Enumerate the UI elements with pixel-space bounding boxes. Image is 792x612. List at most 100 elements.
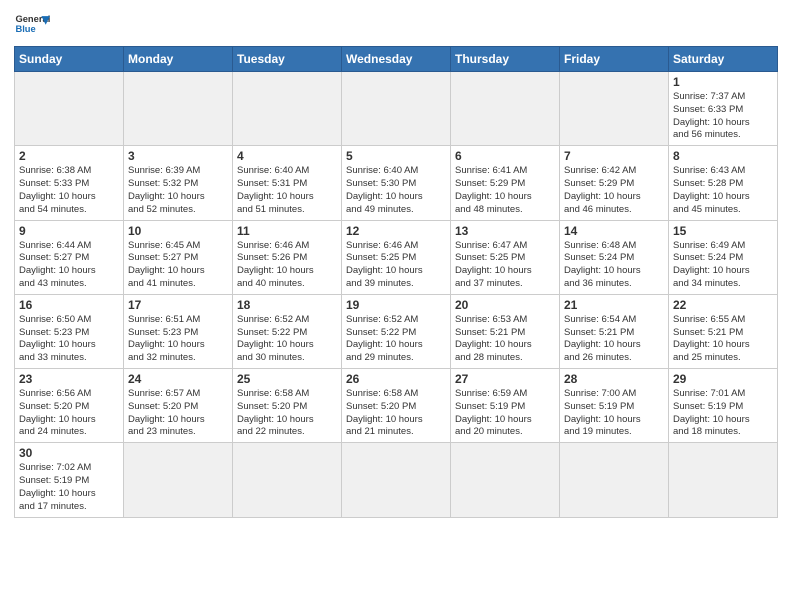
- calendar-cell: 28 Sunrise: 7:00 AM Sunset: 5:19 PM Dayli…: [560, 369, 669, 443]
- day-number: 13: [455, 224, 555, 238]
- calendar-cell: 19 Sunrise: 6:52 AM Sunset: 5:22 PM Dayli…: [342, 294, 451, 368]
- weekday-header-monday: Monday: [124, 47, 233, 72]
- day-number: 27: [455, 372, 555, 386]
- day-info: Sunrise: 7:01 AM Sunset: 5:19 PM Dayligh…: [673, 388, 773, 439]
- day-number: 18: [237, 298, 337, 312]
- calendar-cell: 18 Sunrise: 6:52 AM Sunset: 5:22 PM Dayli…: [233, 294, 342, 368]
- day-number: 1: [673, 75, 773, 89]
- calendar-cell: [560, 72, 669, 146]
- weekday-header-friday: Friday: [560, 47, 669, 72]
- day-number: 15: [673, 224, 773, 238]
- day-number: 19: [346, 298, 446, 312]
- calendar-cell: 10Sunrise: 6:45 AM Sunset: 5:27 PM Dayli…: [124, 220, 233, 294]
- day-number: 26: [346, 372, 446, 386]
- day-info: Sunrise: 6:46 AM Sunset: 5:25 PM Dayligh…: [346, 240, 446, 291]
- day-info: Sunrise: 7:37 AM Sunset: 6:33 PM Dayligh…: [673, 91, 773, 142]
- day-number: 9: [19, 224, 119, 238]
- weekday-header-thursday: Thursday: [451, 47, 560, 72]
- calendar-cell: 21 Sunrise: 6:54 AM Sunset: 5:21 PM Dayli…: [560, 294, 669, 368]
- calendar-cell: 9 Sunrise: 6:44 AM Sunset: 5:27 PM Daylig…: [15, 220, 124, 294]
- day-info: Sunrise: 6:41 AM Sunset: 5:29 PM Dayligh…: [455, 165, 555, 216]
- calendar-cell: 17 Sunrise: 6:51 AM Sunset: 5:23 PM Dayli…: [124, 294, 233, 368]
- calendar-cell: 12 Sunrise: 6:46 AM Sunset: 5:25 PM Dayli…: [342, 220, 451, 294]
- day-info: Sunrise: 6:47 AM Sunset: 5:25 PM Dayligh…: [455, 240, 555, 291]
- day-number: 11: [237, 224, 337, 238]
- calendar-week-5: 30 Sunrise: 7:02 AM Sunset: 5:19 PM Dayli…: [15, 443, 778, 517]
- calendar-week-3: 16Sunrise: 6:50 AM Sunset: 5:23 PM Dayli…: [15, 294, 778, 368]
- calendar-cell: 6 Sunrise: 6:41 AM Sunset: 5:29 PM Daylig…: [451, 146, 560, 220]
- calendar-cell: 27 Sunrise: 6:59 AM Sunset: 5:19 PM Dayli…: [451, 369, 560, 443]
- day-info: Sunrise: 6:54 AM Sunset: 5:21 PM Dayligh…: [564, 314, 664, 365]
- calendar-cell: 26Sunrise: 6:58 AM Sunset: 5:20 PM Dayli…: [342, 369, 451, 443]
- weekday-header-sunday: Sunday: [15, 47, 124, 72]
- calendar-cell: [342, 443, 451, 517]
- day-number: 12: [346, 224, 446, 238]
- calendar-cell: [233, 443, 342, 517]
- day-number: 6: [455, 149, 555, 163]
- day-number: 17: [128, 298, 228, 312]
- calendar-cell: [342, 72, 451, 146]
- calendar-cell: 25 Sunrise: 6:58 AM Sunset: 5:20 PM Dayli…: [233, 369, 342, 443]
- day-number: 10: [128, 224, 228, 238]
- day-info: Sunrise: 6:40 AM Sunset: 5:30 PM Dayligh…: [346, 165, 446, 216]
- calendar-cell: 14Sunrise: 6:48 AM Sunset: 5:24 PM Dayli…: [560, 220, 669, 294]
- calendar-cell: 16Sunrise: 6:50 AM Sunset: 5:23 PM Dayli…: [15, 294, 124, 368]
- day-number: 21: [564, 298, 664, 312]
- day-number: 5: [346, 149, 446, 163]
- calendar-week-4: 23Sunrise: 6:56 AM Sunset: 5:20 PM Dayli…: [15, 369, 778, 443]
- day-number: 25: [237, 372, 337, 386]
- day-info: Sunrise: 6:46 AM Sunset: 5:26 PM Dayligh…: [237, 240, 337, 291]
- calendar-cell: [451, 72, 560, 146]
- calendar-cell: 30 Sunrise: 7:02 AM Sunset: 5:19 PM Dayli…: [15, 443, 124, 517]
- day-info: Sunrise: 6:51 AM Sunset: 5:23 PM Dayligh…: [128, 314, 228, 365]
- calendar-cell: 15Sunrise: 6:49 AM Sunset: 5:24 PM Dayli…: [669, 220, 778, 294]
- calendar-week-2: 9 Sunrise: 6:44 AM Sunset: 5:27 PM Daylig…: [15, 220, 778, 294]
- calendar-cell: 7Sunrise: 6:42 AM Sunset: 5:29 PM Daylig…: [560, 146, 669, 220]
- day-info: Sunrise: 6:50 AM Sunset: 5:23 PM Dayligh…: [19, 314, 119, 365]
- day-number: 4: [237, 149, 337, 163]
- day-info: Sunrise: 6:44 AM Sunset: 5:27 PM Dayligh…: [19, 240, 119, 291]
- calendar-cell: 22 Sunrise: 6:55 AM Sunset: 5:21 PM Dayli…: [669, 294, 778, 368]
- calendar-cell: 4 Sunrise: 6:40 AM Sunset: 5:31 PM Daylig…: [233, 146, 342, 220]
- day-number: 3: [128, 149, 228, 163]
- day-info: Sunrise: 6:52 AM Sunset: 5:22 PM Dayligh…: [237, 314, 337, 365]
- day-info: Sunrise: 6:59 AM Sunset: 5:19 PM Dayligh…: [455, 388, 555, 439]
- calendar-cell: 8Sunrise: 6:43 AM Sunset: 5:28 PM Daylig…: [669, 146, 778, 220]
- day-number: 2: [19, 149, 119, 163]
- svg-text:Blue: Blue: [15, 24, 35, 34]
- day-info: Sunrise: 6:40 AM Sunset: 5:31 PM Dayligh…: [237, 165, 337, 216]
- calendar-cell: [451, 443, 560, 517]
- calendar-cell: [669, 443, 778, 517]
- calendar-cell: 29 Sunrise: 7:01 AM Sunset: 5:19 PM Dayli…: [669, 369, 778, 443]
- calendar-cell: 20Sunrise: 6:53 AM Sunset: 5:21 PM Dayli…: [451, 294, 560, 368]
- calendar-cell: 13 Sunrise: 6:47 AM Sunset: 5:25 PM Dayli…: [451, 220, 560, 294]
- day-number: 28: [564, 372, 664, 386]
- weekday-header-wednesday: Wednesday: [342, 47, 451, 72]
- day-number: 30: [19, 446, 119, 460]
- calendar-cell: [15, 72, 124, 146]
- day-info: Sunrise: 6:39 AM Sunset: 5:32 PM Dayligh…: [128, 165, 228, 216]
- day-info: Sunrise: 6:52 AM Sunset: 5:22 PM Dayligh…: [346, 314, 446, 365]
- day-number: 14: [564, 224, 664, 238]
- calendar-week-1: 2Sunrise: 6:38 AM Sunset: 5:33 PM Daylig…: [15, 146, 778, 220]
- calendar-cell: [124, 72, 233, 146]
- calendar-cell: 11 Sunrise: 6:46 AM Sunset: 5:26 PM Dayli…: [233, 220, 342, 294]
- weekday-header-tuesday: Tuesday: [233, 47, 342, 72]
- day-number: 23: [19, 372, 119, 386]
- calendar-cell: [560, 443, 669, 517]
- weekday-header-row: SundayMondayTuesdayWednesdayThursdayFrid…: [15, 47, 778, 72]
- day-info: Sunrise: 6:42 AM Sunset: 5:29 PM Dayligh…: [564, 165, 664, 216]
- generalblue-logo-icon: General Blue: [14, 10, 50, 38]
- day-info: Sunrise: 7:00 AM Sunset: 5:19 PM Dayligh…: [564, 388, 664, 439]
- day-info: Sunrise: 6:43 AM Sunset: 5:28 PM Dayligh…: [673, 165, 773, 216]
- day-number: 22: [673, 298, 773, 312]
- day-info: Sunrise: 7:02 AM Sunset: 5:19 PM Dayligh…: [19, 462, 119, 513]
- calendar-cell: [233, 72, 342, 146]
- weekday-header-saturday: Saturday: [669, 47, 778, 72]
- day-number: 29: [673, 372, 773, 386]
- day-info: Sunrise: 6:58 AM Sunset: 5:20 PM Dayligh…: [237, 388, 337, 439]
- page-header: General Blue: [14, 10, 778, 38]
- day-number: 24: [128, 372, 228, 386]
- calendar-table: SundayMondayTuesdayWednesdayThursdayFrid…: [14, 46, 778, 518]
- day-info: Sunrise: 6:55 AM Sunset: 5:21 PM Dayligh…: [673, 314, 773, 365]
